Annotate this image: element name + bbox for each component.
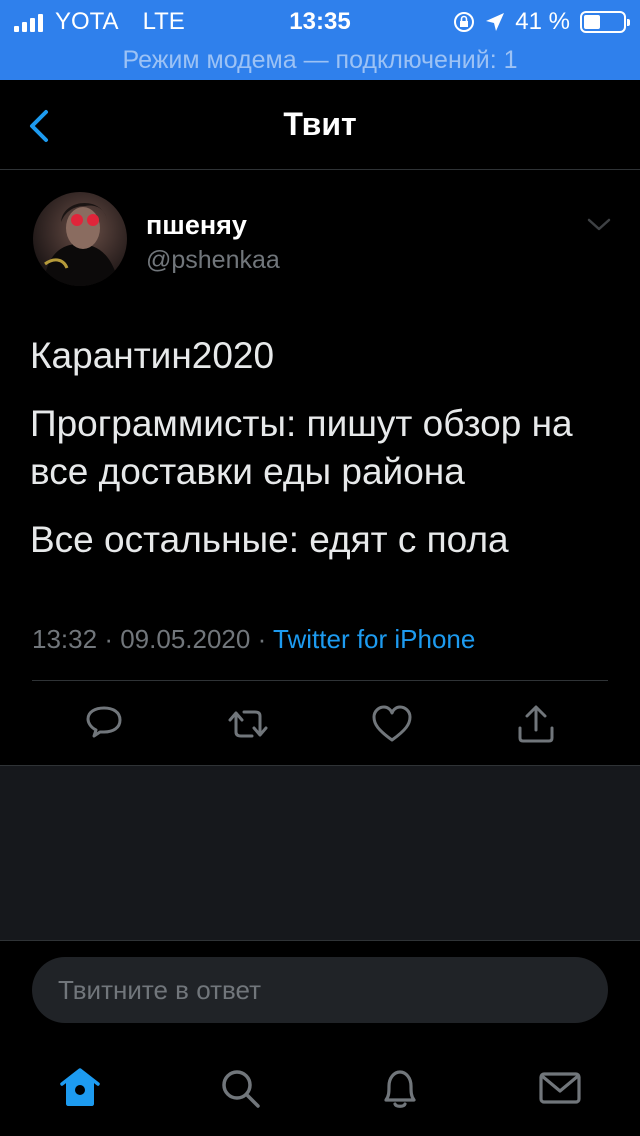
location-arrow-icon [486, 13, 505, 31]
tweet-date: 09.05.2020 [120, 624, 251, 654]
tweet-actions [0, 700, 640, 748]
tweet-source-link[interactable]: Twitter for iPhone [273, 624, 475, 654]
nav-bar: Твит [0, 80, 640, 170]
like-icon[interactable] [368, 700, 416, 748]
reply-bar: Твитните в ответ [0, 940, 640, 1040]
chevron-down-icon[interactable] [585, 214, 613, 234]
avatar[interactable] [33, 192, 127, 286]
tweet-meta: 13:32 · 09.05.2020 · Twitter for iPhone [32, 624, 475, 655]
search-icon[interactable] [216, 1064, 264, 1112]
battery-icon [580, 11, 630, 33]
battery-percent: 41 % [515, 8, 570, 35]
meta-separator: · [257, 624, 267, 654]
meta-separator: · [104, 624, 113, 654]
tweet-paragraph: Все остальные: едят с пола [30, 519, 509, 560]
status-bar: YOTA LTE 13:35 41 % Режим модема — подкл… [0, 0, 640, 80]
share-icon[interactable] [512, 700, 560, 748]
tweet-paragraph: Карантин2020 [30, 335, 275, 376]
reply-icon[interactable] [80, 700, 128, 748]
replies-area [0, 766, 640, 940]
orientation-lock-icon [454, 12, 475, 32]
tweet-time: 13:32 [32, 624, 98, 654]
reply-input[interactable]: Твитните в ответ [32, 957, 608, 1023]
author-name[interactable]: пшеняу [146, 210, 247, 241]
page-title: Твит [283, 106, 357, 142]
tab-bar [0, 1040, 640, 1136]
tweet-paragraph: Программисты: пишут обзор на все доставк… [30, 403, 573, 492]
messages-icon[interactable] [536, 1064, 584, 1112]
home-icon[interactable] [56, 1064, 104, 1112]
author-handle[interactable]: @pshenkaa [146, 246, 280, 275]
retweet-icon[interactable] [224, 700, 272, 748]
tweet-text: Карантин2020 Программисты: пишут обзор н… [30, 332, 620, 584]
divider [32, 680, 608, 681]
notifications-icon[interactable] [376, 1064, 424, 1112]
hotspot-banner[interactable]: Режим модема — подключений: 1 [0, 46, 640, 75]
